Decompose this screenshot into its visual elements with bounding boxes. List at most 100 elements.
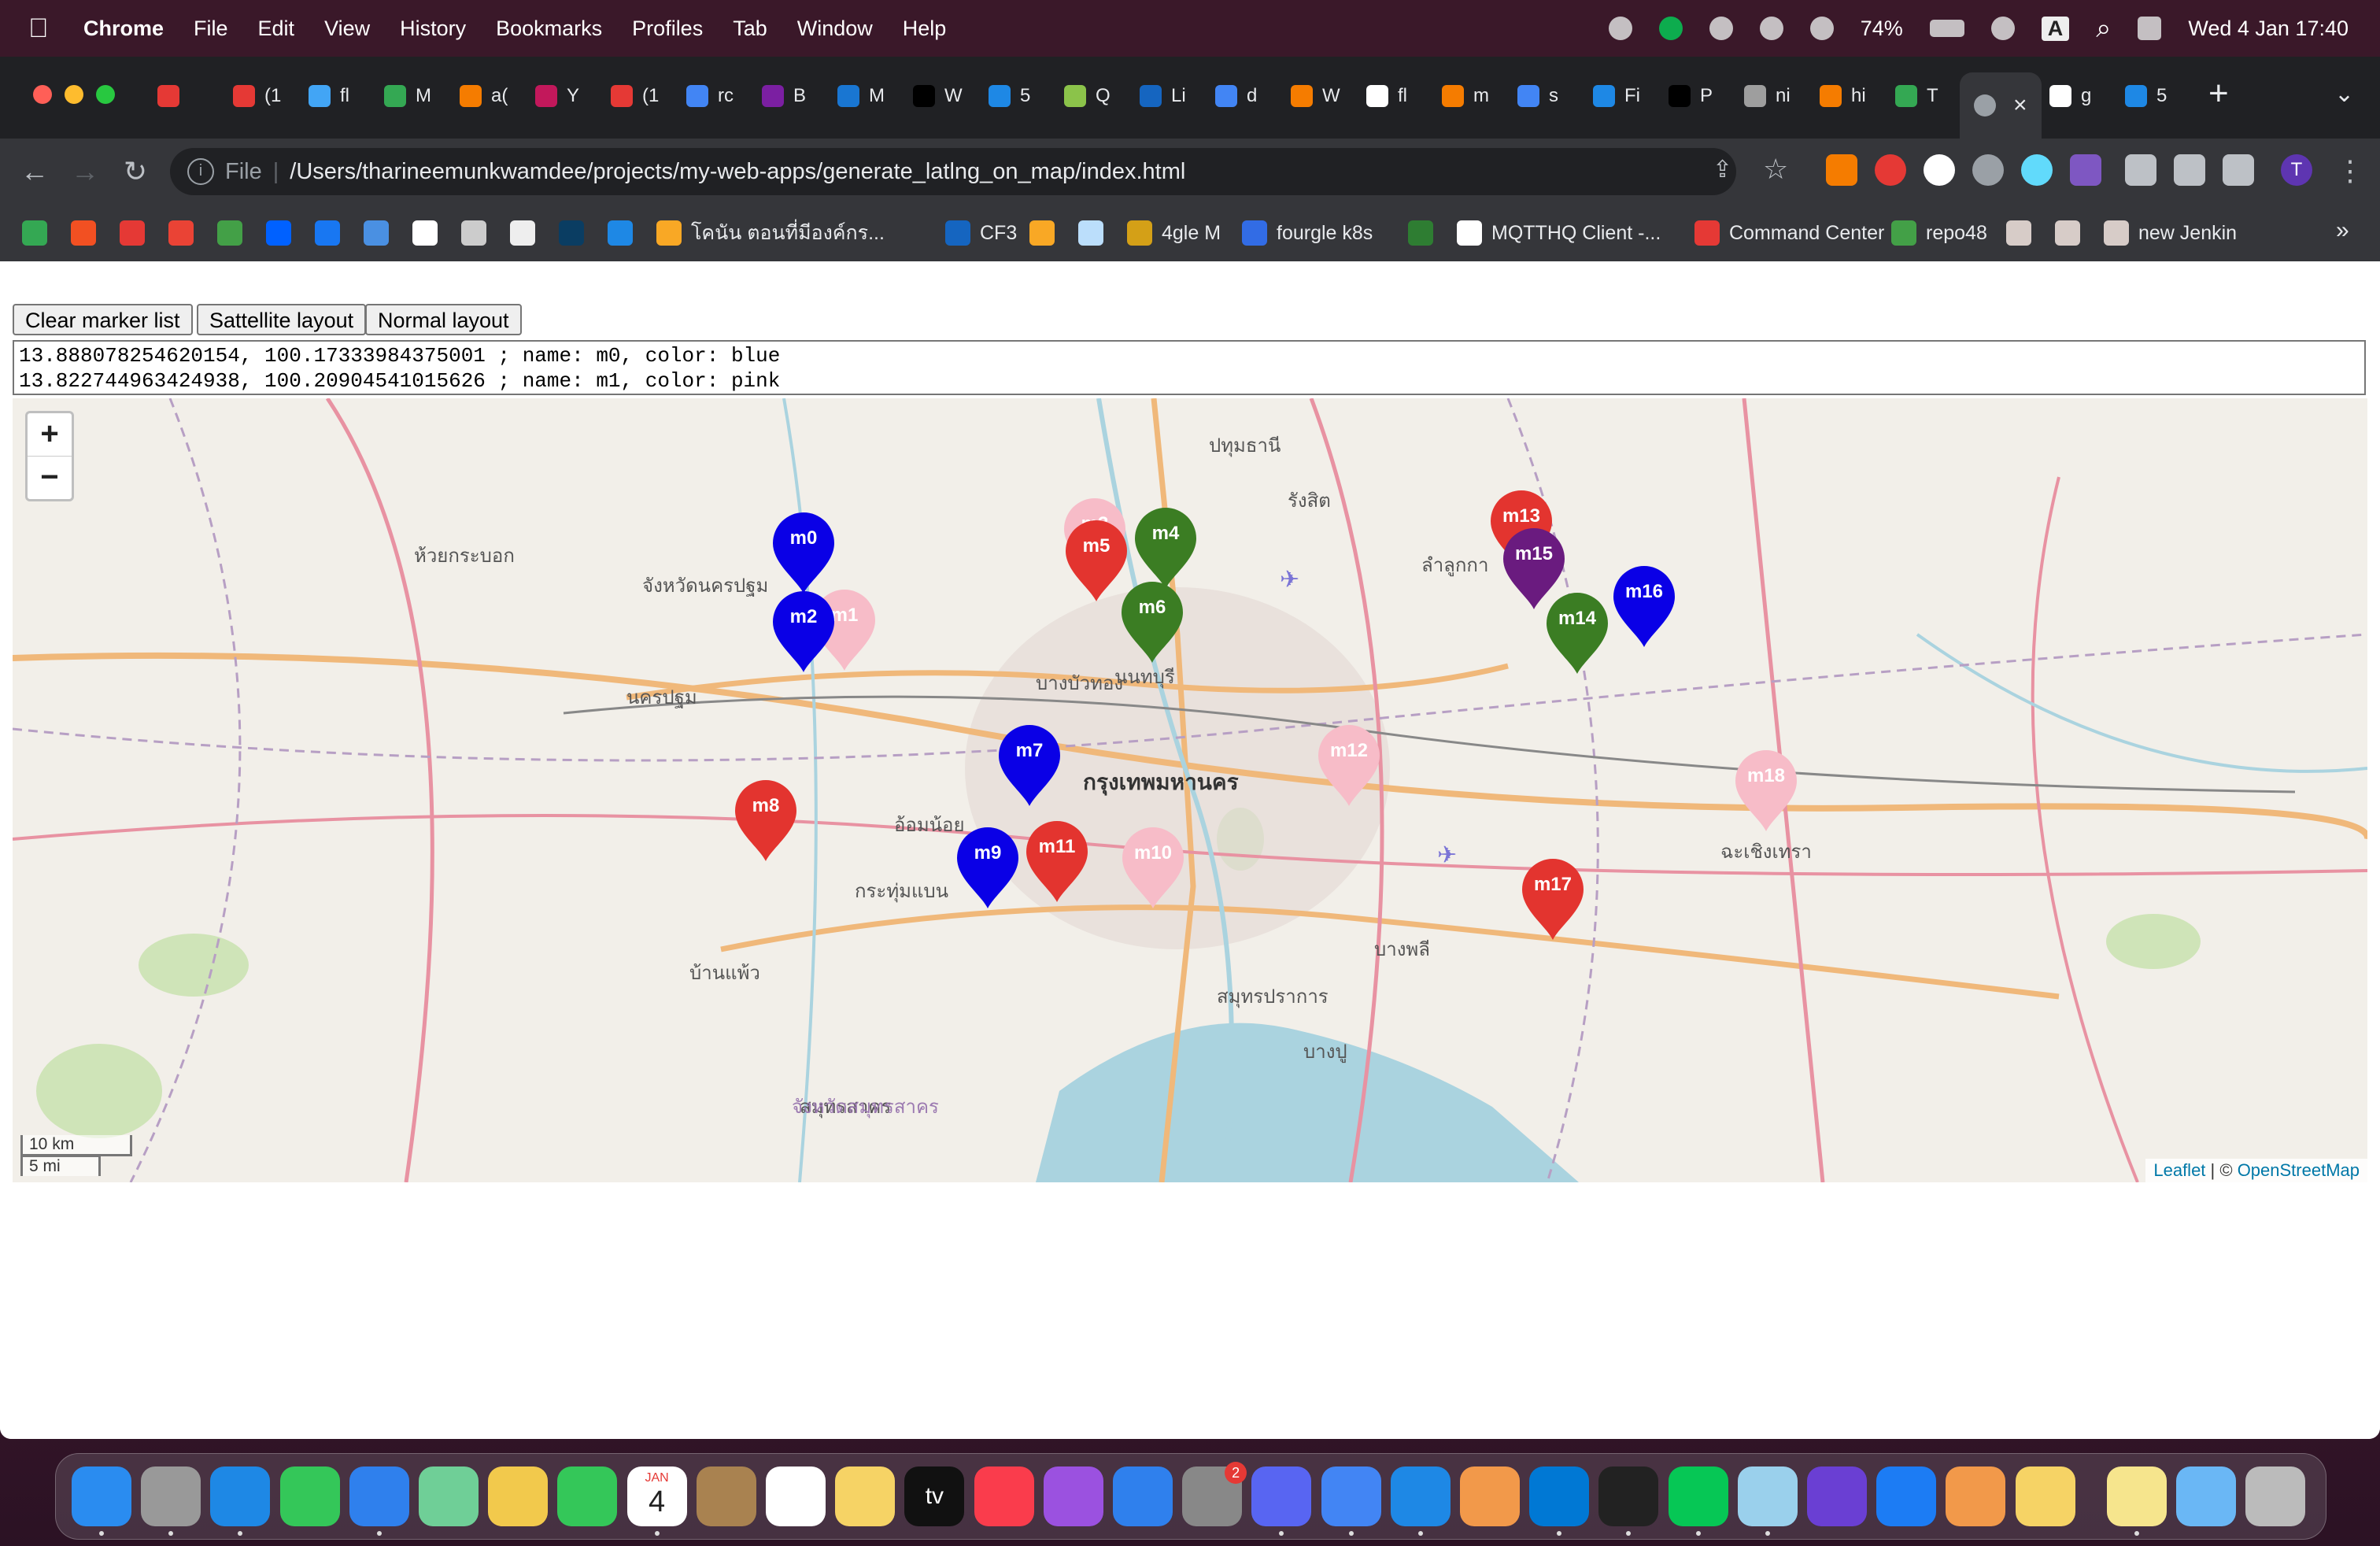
trash-icon[interactable] [2245,1466,2306,1526]
map-marker-m7[interactable]: m7 [994,721,1065,808]
adblock-plus-icon[interactable] [1875,154,1906,186]
bookmark-item[interactable] [1029,217,1064,249]
chrome-icon[interactable] [1321,1466,1381,1526]
map-marker-m14[interactable]: m14 [1542,589,1613,675]
bookmark-item[interactable]: โคนัน ตอนที่มีองค์กร... [656,217,885,249]
minimize-window-button[interactable] [65,85,83,104]
browser-tab[interactable]: rc [686,72,734,120]
bookmark-item[interactable]: new Jenkin [2104,217,2237,249]
discord-icon[interactable] [1251,1466,1312,1526]
close-tab-icon[interactable]: × [2013,92,2027,119]
line-status-icon[interactable] [1658,17,1683,40]
launchpad-icon[interactable] [141,1466,201,1526]
browser-tab[interactable]: T [1895,72,1938,120]
leaflet-link[interactable]: Leaflet [2153,1160,2205,1180]
mail-icon[interactable] [349,1466,409,1526]
finder-icon[interactable] [72,1466,131,1526]
tab-search-icon[interactable]: ⌄ [2334,80,2354,108]
menu-view[interactable]: View [324,17,370,41]
bookmark-item[interactable] [71,217,105,249]
map-marker-m8[interactable]: m8 [730,776,801,863]
browser-tab[interactable]: Fi [1593,72,1640,120]
close-window-button[interactable] [33,85,52,104]
music-icon[interactable] [974,1466,1034,1526]
browser-tab[interactable]: Y [535,72,579,120]
menu-tab[interactable]: Tab [733,17,767,41]
podcasts-icon[interactable] [1043,1466,1103,1526]
battery-icon[interactable] [1929,20,1964,37]
bookmark-item[interactable] [120,217,154,249]
map-marker-m12[interactable]: m12 [1314,721,1384,808]
bookmark-item[interactable]: 4gle M [1127,217,1221,249]
bookmark-item[interactable] [2055,217,2090,249]
map-marker-m16[interactable]: m16 [1609,562,1680,649]
airmail-icon[interactable] [1390,1466,1451,1526]
profile-avatar[interactable]: T [2281,154,2312,186]
site-info-icon[interactable]: i [187,158,214,185]
extension-6-icon[interactable] [2070,154,2101,186]
downloads-folder-icon[interactable] [2176,1466,2236,1526]
map-marker-m11[interactable]: m11 [1022,817,1092,904]
forward-button[interactable]: → [66,153,104,190]
menubar-clock[interactable]: Wed 4 Jan 17:40 [2188,17,2349,41]
browser-tab[interactable]: M [837,72,885,120]
side-panel-icon[interactable] [2223,154,2254,186]
browser-tab[interactable]: (1 [611,72,659,120]
address-url[interactable]: /Users/tharineemunkwamdee/projects/my-we… [290,159,1185,185]
menu-edit[interactable]: Edit [258,17,295,41]
terminal-icon[interactable] [1598,1466,1659,1526]
browser-tab[interactable]: P [1669,72,1713,120]
xcode-icon[interactable] [1876,1466,1937,1526]
bookmark-item[interactable] [315,217,349,249]
extensions-puzzle-icon[interactable] [2125,154,2156,186]
control-center-icon[interactable] [2138,17,2162,40]
bookmark-item[interactable]: MQTTHQ Client -... [1457,217,1661,249]
line-icon[interactable] [1668,1466,1728,1526]
spotlight-search-icon[interactable]: ⌕ [2096,13,2111,44]
menu-file[interactable]: File [194,17,228,41]
app-store-icon[interactable] [1113,1466,1173,1526]
bookmark-item[interactable] [412,217,447,249]
leaflet-map[interactable]: ✈ ✈ นครปฐม จังหวัดนครปฐม นนทบุรี กรุงเทพมหา… [13,398,2367,1182]
marker-list-textarea[interactable]: 13.888078254620154, 100.17333984375001 ;… [13,340,2366,395]
bookmark-item[interactable] [2006,217,2041,249]
bookmark-item[interactable] [559,217,593,249]
facetime-icon[interactable] [557,1466,618,1526]
calendar-icon[interactable]: JAN 4 [626,1466,687,1526]
browser-tab[interactable]: (1 [233,72,281,120]
menu-history[interactable]: History [400,17,466,41]
map-marker-m0[interactable]: m0 [768,509,839,595]
address-bar[interactable]: i File | /Users/tharineemunkwamdee/proje… [170,148,1736,195]
bookmark-item[interactable] [1408,217,1443,249]
maps-icon[interactable] [419,1466,479,1526]
map-marker-m2[interactable]: m2 [768,587,839,674]
browser-tab[interactable]: Li [1140,72,1186,120]
stickies-icon[interactable] [2106,1466,2167,1526]
bookmark-item[interactable] [608,217,642,249]
weather-icon[interactable] [2015,1466,2075,1526]
browser-tab[interactable]: W [1291,72,1340,120]
system-preferences-icon[interactable]: 2 [1182,1462,1247,1526]
notes-icon[interactable] [835,1466,896,1526]
clear-marker-list-button[interactable]: Clear marker list [13,304,193,335]
browser-tab[interactable] [157,72,189,120]
browser-tab[interactable]: fl [1366,72,1407,120]
input-source-indicator[interactable]: A [2041,16,2070,41]
extension-3-icon[interactable] [1924,154,1955,186]
bookmark-item[interactable] [168,217,203,249]
browser-tab[interactable]: hi [1820,72,1866,120]
safari-icon[interactable] [210,1466,271,1526]
wifi-icon[interactable] [1990,17,2015,40]
menu-profiles[interactable]: Profiles [632,17,703,41]
browser-tab[interactable]: d [1215,72,1257,120]
browser-tab[interactable]: 5 [2125,72,2167,120]
new-tab-button[interactable]: + [2208,74,2229,113]
browser-tab[interactable]: s [1517,72,1558,120]
cloud-icon[interactable] [1608,17,1632,40]
media-controls-icon[interactable] [2174,154,2205,186]
active-browser-tab[interactable]: × [1960,72,2042,139]
bookmarks-overflow-button[interactable]: » [2336,217,2349,244]
photos-icon[interactable] [488,1466,549,1526]
zoom-in-button[interactable]: + [28,413,72,456]
map-marker-m18[interactable]: m18 [1731,746,1802,833]
